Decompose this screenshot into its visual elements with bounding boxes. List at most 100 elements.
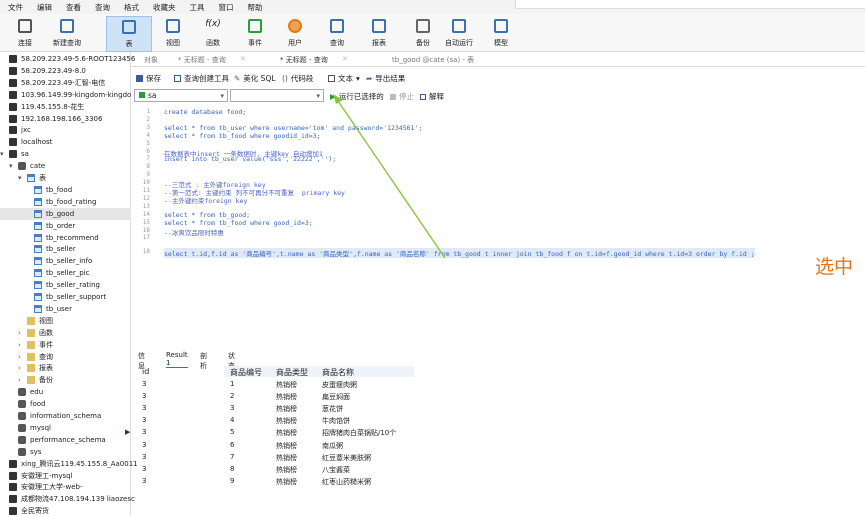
table-cell[interactable]: 3 xyxy=(142,428,146,436)
menu-item[interactable]: 工具 xyxy=(190,2,205,13)
table-cell[interactable]: 红豆薏米美肤粥 xyxy=(322,453,371,463)
connection-item[interactable]: 58.209.223.49-5.6-ROOT123456 xyxy=(0,53,135,65)
table-cell[interactable]: 热销榜 xyxy=(276,428,297,438)
database-item-cate[interactable]: ▾ cate xyxy=(0,160,131,172)
result-tab-1[interactable]: Result 1 xyxy=(166,351,188,368)
beautify-sql-button[interactable]: ✎ 美化 SQL xyxy=(234,73,276,84)
table-item-tb_seller_pic[interactable]: tb_seller_pic xyxy=(0,267,131,279)
table-cell[interactable]: 热销榜 xyxy=(276,380,297,390)
table-cell[interactable]: 八宝酱菜 xyxy=(322,465,350,475)
table-row[interactable]: 3 9 热销榜 红枣山药糙米粥 xyxy=(132,476,532,487)
table-item-tb_recommend[interactable]: tb_recommend xyxy=(0,232,131,244)
ribbon-button-report[interactable]: 报表 xyxy=(356,16,402,52)
tables-folder[interactable]: ▾ 表 xyxy=(0,172,131,184)
menu-item[interactable]: 查询 xyxy=(95,2,110,13)
ribbon-button-query[interactable]: 查询 xyxy=(314,16,360,52)
table-cell[interactable]: 皮蛋瘦肉粥 xyxy=(322,380,357,390)
tab-objects[interactable]: 对象 xyxy=(144,55,158,65)
run-selected-button[interactable]: ▶ 运行已选择的 xyxy=(330,91,384,102)
table-cell[interactable]: 9 xyxy=(230,477,234,485)
menu-item[interactable]: 文件 xyxy=(8,2,23,13)
table-cell[interactable]: 3 xyxy=(142,477,146,485)
chevron-down-icon[interactable]: ▾ xyxy=(18,174,25,182)
save-button[interactable]: 保存 xyxy=(136,73,161,84)
ribbon-button-table[interactable]: 表 xyxy=(106,16,152,52)
folder-item[interactable]: 视图 xyxy=(0,315,131,327)
chevron-down-icon[interactable]: ▾ xyxy=(0,150,7,158)
table-item-tb_order[interactable]: tb_order xyxy=(0,220,131,232)
table-cell[interactable]: 南瓜粥 xyxy=(322,441,343,451)
tab-query-2[interactable]: * 无标题 - 查询 xyxy=(280,55,328,65)
table-cell[interactable]: 1 xyxy=(230,380,234,388)
table-row[interactable]: ▶ 3 5 热销榜 招牌猪肉白菜锅贴/10个 xyxy=(125,427,532,438)
ribbon-button-user[interactable]: 用户 xyxy=(272,16,318,52)
column-header[interactable]: id xyxy=(142,367,149,376)
connection-select[interactable]: sa ▾ xyxy=(134,89,228,102)
menu-item[interactable]: 窗口 xyxy=(219,2,234,13)
connection-item[interactable]: jxc xyxy=(0,124,131,136)
table-item-tb_seller_info[interactable]: tb_seller_info xyxy=(0,255,131,267)
table-cell[interactable]: 热销榜 xyxy=(276,477,297,487)
table-cell[interactable]: 热销榜 xyxy=(276,416,297,426)
table-cell[interactable]: 热销榜 xyxy=(276,441,297,451)
table-row[interactable]: 3 7 热销榜 红豆薏米美肤粥 xyxy=(132,452,532,463)
connection-item[interactable]: ▾ sa xyxy=(0,148,131,160)
table-item-tb_food[interactable]: tb_food xyxy=(0,184,131,196)
table-item-tb_seller_rating[interactable]: tb_seller_rating xyxy=(0,279,131,291)
ribbon-button-autorun[interactable]: 自动运行 xyxy=(436,16,482,52)
connection-item[interactable]: 103.96.149.99-kingdom-kingdo xyxy=(0,89,131,101)
connection-item[interactable]: 安徽理工大学-web- xyxy=(0,481,131,493)
table-cell[interactable]: 热销榜 xyxy=(276,453,297,463)
database-item[interactable]: performance_schema xyxy=(0,434,131,446)
menu-item[interactable]: 收藏夹 xyxy=(153,2,176,13)
column-header[interactable]: 商品类型 xyxy=(276,367,308,378)
ribbon-button-model[interactable]: 模型 xyxy=(478,16,524,52)
table-item-tb_seller_support[interactable]: tb_seller_support xyxy=(0,291,131,303)
connection-item[interactable]: 192.168.198.166_3306 xyxy=(0,113,131,125)
table-cell[interactable]: 3 xyxy=(142,404,146,412)
folder-item[interactable]: › 函数 xyxy=(0,327,131,339)
table-cell[interactable]: 2 xyxy=(230,392,234,400)
database-item[interactable]: edu xyxy=(0,386,131,398)
database-item[interactable]: food xyxy=(0,398,131,410)
table-cell[interactable]: 7 xyxy=(230,453,234,461)
table-cell[interactable]: 3 xyxy=(142,416,146,424)
table-cell[interactable]: 葱花饼 xyxy=(322,404,343,414)
menu-item[interactable]: 查看 xyxy=(66,2,81,13)
result-tab-2[interactable]: 剖析 xyxy=(200,351,207,371)
table-cell[interactable]: 热销榜 xyxy=(276,404,297,414)
export-result-button[interactable]: ➦ 导出结果 xyxy=(366,73,405,84)
connection-item[interactable]: 安徽理工-mysql xyxy=(0,470,131,482)
chevron-right-icon[interactable]: › xyxy=(18,329,25,337)
database-item[interactable]: sys xyxy=(0,446,131,458)
chevron-down-icon[interactable]: ▾ xyxy=(9,162,16,170)
close-icon[interactable]: ✕ xyxy=(240,55,246,63)
table-item-tb_user[interactable]: tb_user xyxy=(0,303,131,315)
table-cell[interactable]: 3 xyxy=(142,441,146,449)
table-cell[interactable]: 4 xyxy=(230,416,234,424)
folder-item[interactable]: › 事件 xyxy=(0,339,131,351)
table-cell[interactable]: 热销榜 xyxy=(276,465,297,475)
table-cell[interactable]: 3 xyxy=(142,453,146,461)
connection-item[interactable]: 成都物流47.108.194.139 liaozesc xyxy=(0,493,135,505)
database-item[interactable]: information_schema xyxy=(0,410,131,422)
explain-button[interactable]: 解释 xyxy=(420,91,444,102)
table-cell[interactable]: 扁豆焖面 xyxy=(322,392,350,402)
menu-item[interactable]: 格式 xyxy=(124,2,139,13)
table-cell[interactable]: 3 xyxy=(142,392,146,400)
table-cell[interactable]: 3 xyxy=(230,404,234,412)
table-cell[interactable]: 牛肉馅饼 xyxy=(322,416,350,426)
database-item[interactable]: mysql xyxy=(0,422,131,434)
column-header[interactable]: 商品名称 xyxy=(322,367,354,378)
table-row[interactable]: 3 2 热销榜 扁豆焖面 xyxy=(132,391,532,402)
sql-editor[interactable]: 1 2 3 4 5 6 7 8 9 10 11 12 13 14 15 16 17 18 create datab… xyxy=(132,104,865,344)
ribbon-button-function[interactable]: f(x) 函数 xyxy=(190,16,236,52)
connection-item[interactable]: 全民寄货 xyxy=(0,505,131,517)
chevron-right-icon[interactable]: › xyxy=(18,341,25,349)
stop-button[interactable]: 停止 xyxy=(390,91,414,102)
table-row[interactable]: 3 6 热销榜 南瓜粥 xyxy=(132,440,532,451)
table-row[interactable]: 3 4 热销榜 牛肉馅饼 xyxy=(132,415,532,426)
code-snippet-button[interactable]: () 代码段 xyxy=(282,73,313,84)
chevron-right-icon[interactable]: › xyxy=(18,353,25,361)
ribbon-button-new-query[interactable]: 新建查询 xyxy=(44,16,90,52)
